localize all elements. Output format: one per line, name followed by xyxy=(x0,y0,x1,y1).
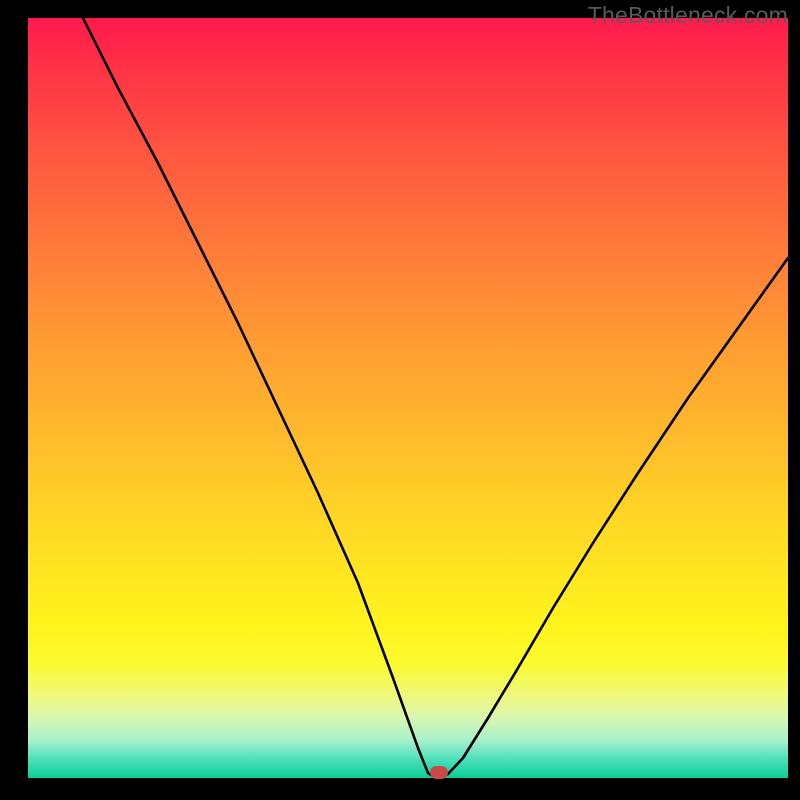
optimal-point-marker xyxy=(430,766,448,779)
bottleneck-curve xyxy=(28,18,788,778)
chart-frame: TheBottleneck.com xyxy=(0,0,800,800)
watermark-text: TheBottleneck.com xyxy=(588,2,788,29)
